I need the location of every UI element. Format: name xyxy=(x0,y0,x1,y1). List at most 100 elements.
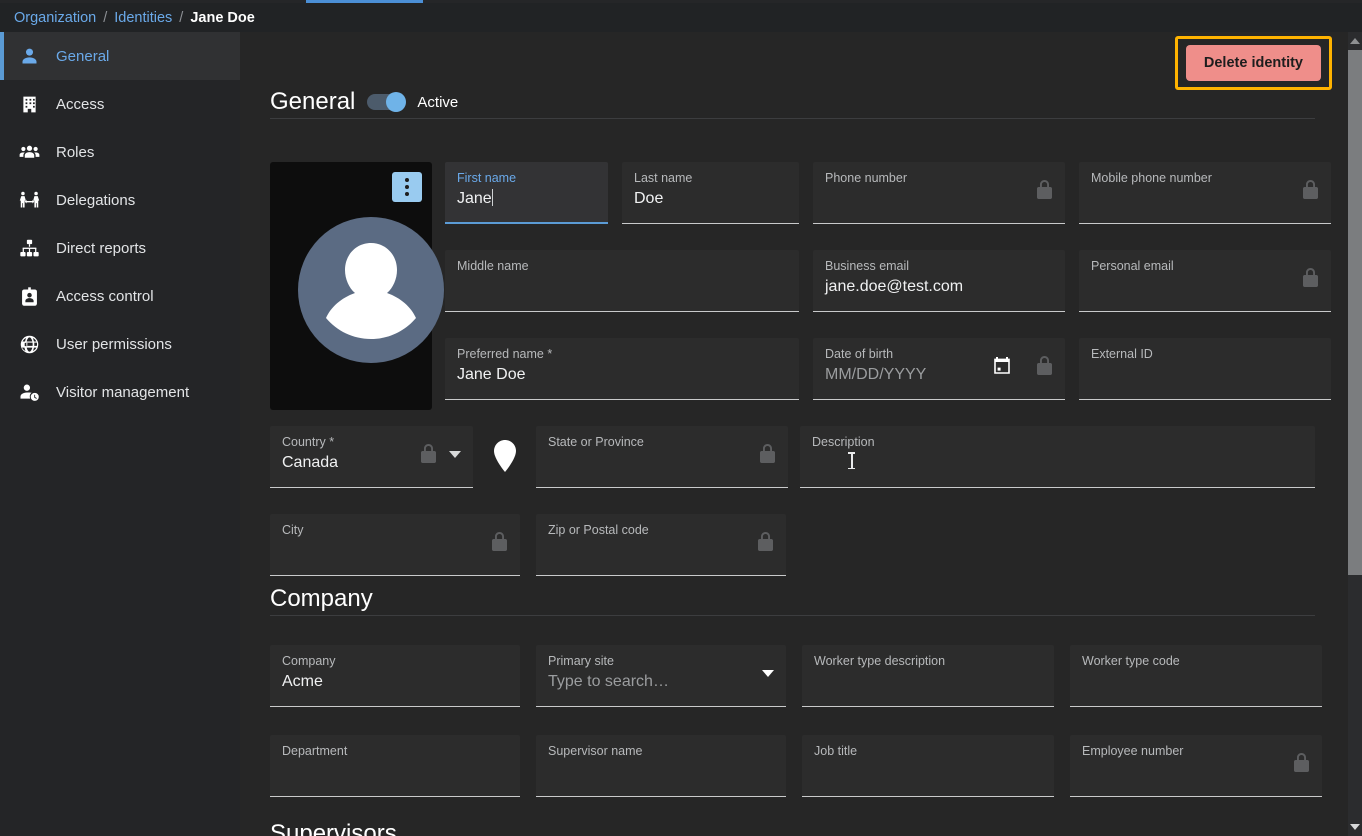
field-label: Business email xyxy=(825,259,910,273)
badge-icon xyxy=(18,285,40,307)
main-content: Delete identity General Active First nam… xyxy=(240,32,1348,836)
sidebar-item-label: Visitor management xyxy=(56,383,190,401)
supervisor-name-field[interactable]: Supervisor name xyxy=(536,735,786,797)
department-field[interactable]: Department xyxy=(270,735,520,797)
avatar-card xyxy=(270,162,444,410)
lock-icon xyxy=(757,532,774,551)
field-label: City xyxy=(282,523,304,537)
date-of-birth-field: Date of birth MM/DD/YYYY xyxy=(813,338,1065,400)
field-value: jane.doe@test.com xyxy=(825,278,964,295)
sidebar-item-label: Roles xyxy=(56,143,95,161)
description-field[interactable]: Description xyxy=(800,426,1315,488)
active-status-toggle[interactable] xyxy=(367,92,407,112)
sidebar-item-roles[interactable]: Roles xyxy=(0,128,240,176)
first-name-field[interactable]: First name Jane xyxy=(445,162,608,224)
field-label: Supervisor name xyxy=(548,744,643,758)
primary-site-field[interactable]: Primary site Type to search… xyxy=(536,645,786,707)
sidebar-item-label: User permissions xyxy=(56,335,172,353)
field-label: Worker type description xyxy=(814,654,946,668)
field-label: Employee number xyxy=(1082,744,1184,758)
vertical-scrollbar[interactable] xyxy=(1348,32,1362,836)
toggle-knob xyxy=(386,92,407,112)
field-label: Job title xyxy=(814,744,858,758)
delete-identity-focus-ring: Delete identity xyxy=(1174,36,1332,90)
business-email-field[interactable]: Business email jane.doe@test.com xyxy=(813,250,1065,312)
text-caret xyxy=(491,189,493,206)
field-placeholder: Type to search… xyxy=(548,673,669,690)
supervisors-title: Supervisors xyxy=(270,820,397,836)
page-title: General xyxy=(270,88,356,115)
scrollbar-thumb[interactable] xyxy=(1348,50,1362,575)
avatar[interactable] xyxy=(298,217,444,363)
field-label: Zip or Postal code xyxy=(548,523,649,537)
field-label: Date of birth xyxy=(825,347,894,361)
lock-icon xyxy=(1302,180,1319,199)
employee-number-field: Employee number xyxy=(1070,735,1322,797)
field-label: Middle name xyxy=(457,259,529,273)
personal-email-field: Personal email xyxy=(1079,250,1331,312)
sidebar-item-label: Direct reports xyxy=(56,239,147,257)
group-icon xyxy=(18,141,40,163)
company-section-header: Company xyxy=(270,585,1315,613)
chevron-down-icon[interactable] xyxy=(449,451,461,458)
delegation-icon xyxy=(18,189,40,211)
lock-icon xyxy=(420,444,437,463)
worker-type-description-field[interactable]: Worker type description xyxy=(802,645,1054,707)
field-placeholder: MM/DD/YYYY xyxy=(825,366,927,383)
sidebar-item-access-control[interactable]: Access control xyxy=(0,272,240,320)
kebab-menu-icon[interactable] xyxy=(392,172,422,202)
sidebar: General Access Roles Delegations Direct … xyxy=(0,32,240,836)
lock-icon xyxy=(1036,356,1053,375)
sidebar-item-label: General xyxy=(56,47,110,65)
lock-icon xyxy=(1036,180,1053,199)
sidebar-item-general[interactable]: General xyxy=(0,32,240,80)
company-title: Company xyxy=(270,585,373,612)
sidebar-item-user-permissions[interactable]: User permissions xyxy=(0,320,240,368)
worker-type-code-field[interactable]: Worker type code xyxy=(1070,645,1322,707)
lock-icon xyxy=(759,444,776,463)
breadcrumb-separator-2: / xyxy=(179,9,184,26)
field-label: State or Province xyxy=(548,435,644,449)
company-field[interactable]: Company Acme xyxy=(270,645,520,707)
field-label: Mobile phone number xyxy=(1091,171,1212,185)
middle-name-field[interactable]: Middle name xyxy=(445,250,799,312)
sidebar-item-label: Access xyxy=(56,95,105,113)
phone-number-field: Phone number xyxy=(813,162,1065,224)
building-icon xyxy=(18,93,40,115)
sidebar-item-visitor-management[interactable]: Visitor management xyxy=(0,368,240,416)
field-label: Phone number xyxy=(825,171,908,185)
calendar-icon[interactable] xyxy=(993,356,1011,375)
field-label: Last name xyxy=(634,171,693,185)
field-label: External ID xyxy=(1091,347,1153,361)
delete-identity-button[interactable]: Delete identity xyxy=(1185,45,1321,81)
field-label: Preferred name * xyxy=(457,347,553,361)
country-field[interactable]: Country * Canada xyxy=(270,426,473,488)
general-section-divider xyxy=(270,118,1315,119)
sidebar-item-delegations[interactable]: Delegations xyxy=(0,176,240,224)
external-id-field[interactable]: External ID xyxy=(1079,338,1331,400)
last-name-field[interactable]: Last name Doe xyxy=(622,162,799,224)
person-clock-icon xyxy=(18,381,40,403)
sidebar-item-access[interactable]: Access xyxy=(0,80,240,128)
preferred-name-field[interactable]: Preferred name * Jane Doe xyxy=(445,338,799,400)
map-pin-icon[interactable] xyxy=(492,440,518,472)
zip-or-postal-code-field: Zip or Postal code xyxy=(536,514,786,576)
breadcrumb-identities[interactable]: Identities xyxy=(114,10,172,26)
scroll-up-arrow[interactable] xyxy=(1350,38,1360,44)
job-title-field[interactable]: Job title xyxy=(802,735,1054,797)
mouse-cursor-ibeam xyxy=(848,452,855,469)
field-label: Description xyxy=(812,435,875,449)
field-label: Company xyxy=(282,654,336,668)
breadcrumb-organization[interactable]: Organization xyxy=(14,10,96,26)
sidebar-item-direct-reports[interactable]: Direct reports xyxy=(0,224,240,272)
sidebar-item-label: Delegations xyxy=(56,191,136,209)
city-field: City xyxy=(270,514,520,576)
breadcrumb: Organization / Identities / Jane Doe xyxy=(0,3,1362,32)
breadcrumb-current: Jane Doe xyxy=(190,9,255,26)
scroll-down-arrow[interactable] xyxy=(1350,824,1360,830)
company-section-divider xyxy=(270,615,1315,616)
lock-icon xyxy=(1302,268,1319,287)
chevron-down-icon[interactable] xyxy=(762,670,774,677)
mobile-phone-number-field: Mobile phone number xyxy=(1079,162,1331,224)
field-value: Doe xyxy=(634,190,664,207)
